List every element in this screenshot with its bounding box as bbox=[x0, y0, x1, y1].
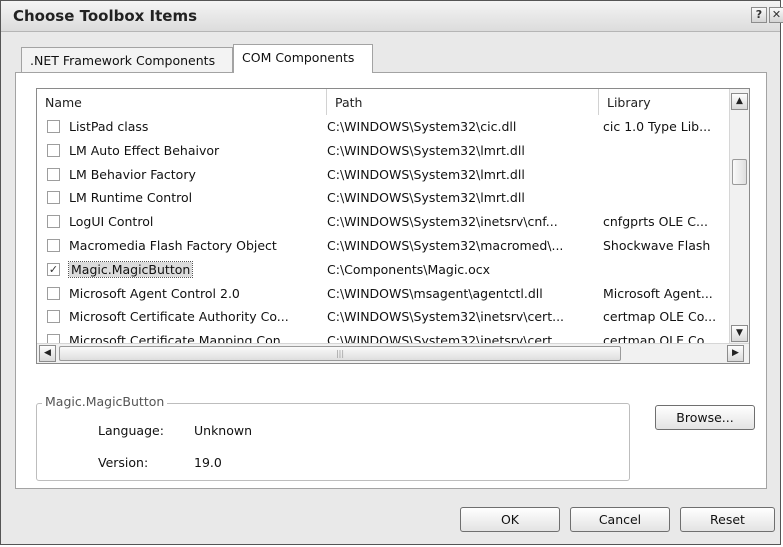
row-name: LogUI Control bbox=[69, 214, 154, 230]
column-header-path[interactable]: Path bbox=[327, 89, 599, 115]
row-library: cnfgprts OLE C... bbox=[603, 214, 708, 230]
list-item[interactable]: ✓ Magic.MagicButton C:\Components\Magic.oc… bbox=[37, 259, 717, 282]
reset-button-label: Reset bbox=[710, 512, 745, 527]
list-item[interactable]: Macromedia Flash Factory Object C:\WINDOW… bbox=[37, 235, 717, 258]
reset-button[interactable]: Reset bbox=[680, 507, 775, 532]
row-path: C:\WINDOWS\System32\macromed\... bbox=[327, 238, 564, 253]
horizontal-scrollbar[interactable]: ◀ ||| ▶ bbox=[37, 343, 749, 363]
tab-net-framework-components[interactable]: .NET Framework Components bbox=[21, 47, 233, 73]
details-legend: Magic.MagicButton bbox=[42, 394, 168, 409]
row-library: certmap OLE Co... bbox=[603, 309, 717, 325]
row-checkbox[interactable] bbox=[47, 167, 60, 181]
version-label: Version: bbox=[98, 455, 149, 470]
row-path: C:\Components\Magic.ocx bbox=[327, 261, 491, 277]
browse-button[interactable]: Browse... bbox=[655, 405, 755, 430]
vertical-scrollbar[interactable]: ▲ ▼ bbox=[729, 89, 749, 345]
com-components-panel: Name Path Library ListPad class C:\WINDOW… bbox=[15, 72, 767, 489]
row-checkbox[interactable] bbox=[47, 310, 60, 324]
scroll-down-icon[interactable]: ▼ bbox=[731, 325, 748, 342]
row-checkbox[interactable] bbox=[47, 239, 60, 252]
row-checkbox[interactable] bbox=[47, 286, 60, 300]
row-name: LM Auto Effect Behaivor bbox=[69, 142, 220, 158]
row-path: C:\WINDOWS\System32\cic.dll bbox=[327, 119, 517, 134]
column-header-name[interactable]: Name bbox=[37, 89, 327, 115]
row-checkbox[interactable] bbox=[47, 120, 60, 133]
browse-button-label: Browse... bbox=[676, 410, 734, 425]
row-library: Shockwave Flash bbox=[603, 238, 711, 253]
close-icon[interactable]: ✕ bbox=[769, 7, 783, 23]
choose-toolbox-items-dialog: Choose Toolbox Items ? ✕ .NET Framework … bbox=[0, 0, 783, 545]
scroll-left-icon[interactable]: ◀ bbox=[39, 345, 56, 362]
help-icon[interactable]: ? bbox=[751, 7, 767, 23]
row-checkbox[interactable] bbox=[47, 191, 60, 205]
row-path: C:\WINDOWS\System32\lmrt.dll bbox=[327, 190, 525, 206]
ok-button-label: OK bbox=[500, 512, 520, 527]
row-path: C:\WINDOWS\System32\inetsrv\cnf... bbox=[327, 214, 558, 230]
row-checkbox[interactable]: ✓ bbox=[47, 262, 60, 276]
scroll-right-icon[interactable]: ▶ bbox=[727, 345, 744, 362]
row-name: Microsoft Certificate Authority Co... bbox=[69, 309, 289, 325]
list-item[interactable]: ListPad class C:\WINDOWS\System32\cic.dll… bbox=[37, 116, 717, 139]
language-label: Language: bbox=[98, 423, 164, 438]
row-library: cic 1.0 Type Lib... bbox=[603, 119, 712, 134]
row-name: Macromedia Flash Factory Object bbox=[69, 238, 277, 253]
row-path: C:\WINDOWS\System32\inetsrv\cert... bbox=[327, 309, 565, 325]
list-item[interactable]: LM Auto Effect Behaivor C:\WINDOWS\System… bbox=[37, 140, 717, 163]
tab-com-components[interactable]: COM Components bbox=[233, 44, 373, 73]
row-name: Magic.MagicButton bbox=[67, 260, 194, 278]
row-checkbox[interactable] bbox=[47, 143, 60, 157]
column-header-library[interactable]: Library bbox=[599, 89, 731, 115]
list-item[interactable]: LM Runtime Control C:\WINDOWS\System32\lm… bbox=[37, 187, 717, 210]
row-checkbox[interactable] bbox=[47, 215, 60, 229]
version-value: 19.0 bbox=[194, 455, 222, 470]
row-name: LM Behavior Factory bbox=[69, 166, 196, 182]
row-library: Microsoft Agent... bbox=[603, 285, 713, 301]
list-item[interactable]: Microsoft Agent Control 2.0 C:\WINDOWS\ms… bbox=[37, 283, 717, 306]
components-list[interactable]: Name Path Library ListPad class C:\WINDOW… bbox=[36, 88, 750, 364]
horizontal-scroll-thumb[interactable]: ||| bbox=[59, 346, 621, 361]
list-item[interactable]: LM Behavior Factory C:\WINDOWS\System32\l… bbox=[37, 164, 717, 187]
row-name: ListPad class bbox=[69, 119, 149, 134]
row-name: Microsoft Agent Control 2.0 bbox=[69, 285, 240, 301]
list-item[interactable]: LogUI Control C:\WINDOWS\System32\inetsrv… bbox=[37, 211, 717, 234]
dialog-title: Choose Toolbox Items bbox=[13, 7, 198, 25]
scroll-up-icon[interactable]: ▲ bbox=[731, 93, 748, 110]
vertical-scroll-thumb[interactable] bbox=[732, 159, 747, 185]
title-bar: Choose Toolbox Items ? ✕ bbox=[1, 1, 783, 32]
row-path: C:\WINDOWS\System32\lmrt.dll bbox=[327, 166, 525, 182]
row-path: C:\WINDOWS\System32\lmrt.dll bbox=[327, 142, 525, 158]
cancel-button-label: Cancel bbox=[598, 512, 642, 527]
language-value: Unknown bbox=[194, 423, 253, 438]
cancel-button[interactable]: Cancel bbox=[570, 507, 670, 532]
row-name: LM Runtime Control bbox=[69, 190, 193, 206]
row-path: C:\WINDOWS\msagent\agentctl.dll bbox=[327, 285, 543, 301]
ok-button[interactable]: OK bbox=[460, 507, 560, 532]
list-item[interactable]: Microsoft Certificate Authority Co... C:\… bbox=[37, 306, 717, 329]
